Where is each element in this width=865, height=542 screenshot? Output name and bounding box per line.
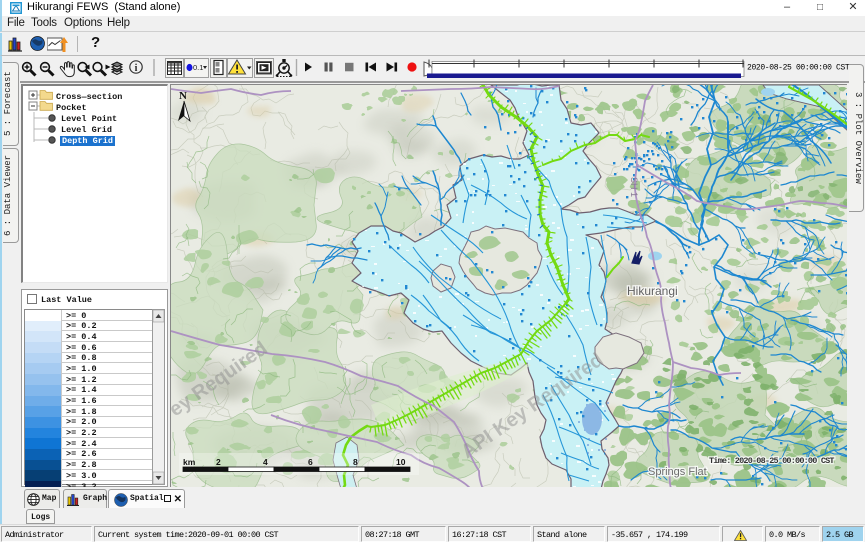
svg-text:6: 6 bbox=[308, 457, 313, 467]
svg-text:N: N bbox=[179, 90, 187, 102]
svg-text:km: km bbox=[183, 457, 196, 467]
svg-text:Hikurangi: Hikurangi bbox=[627, 284, 678, 298]
svg-text:Time: 2020-08-25 00:00:00 CST: Time: 2020-08-25 00:00:00 CST bbox=[709, 456, 834, 466]
svg-text:Springs Flat: Springs Flat bbox=[648, 466, 707, 478]
svg-text:8: 8 bbox=[353, 457, 358, 467]
svg-text:2020-08-25 00:00:00 CST: 2020-08-25 00:00:00 CST bbox=[747, 64, 850, 73]
svg-text:2: 2 bbox=[216, 457, 221, 467]
svg-text:SH 1: SH 1 bbox=[629, 177, 639, 197]
svg-text:10: 10 bbox=[396, 457, 406, 467]
svg-text:4: 4 bbox=[263, 457, 268, 467]
svg-text:0.1: 0.1 bbox=[193, 63, 203, 72]
svg-text:i: i bbox=[135, 63, 138, 74]
